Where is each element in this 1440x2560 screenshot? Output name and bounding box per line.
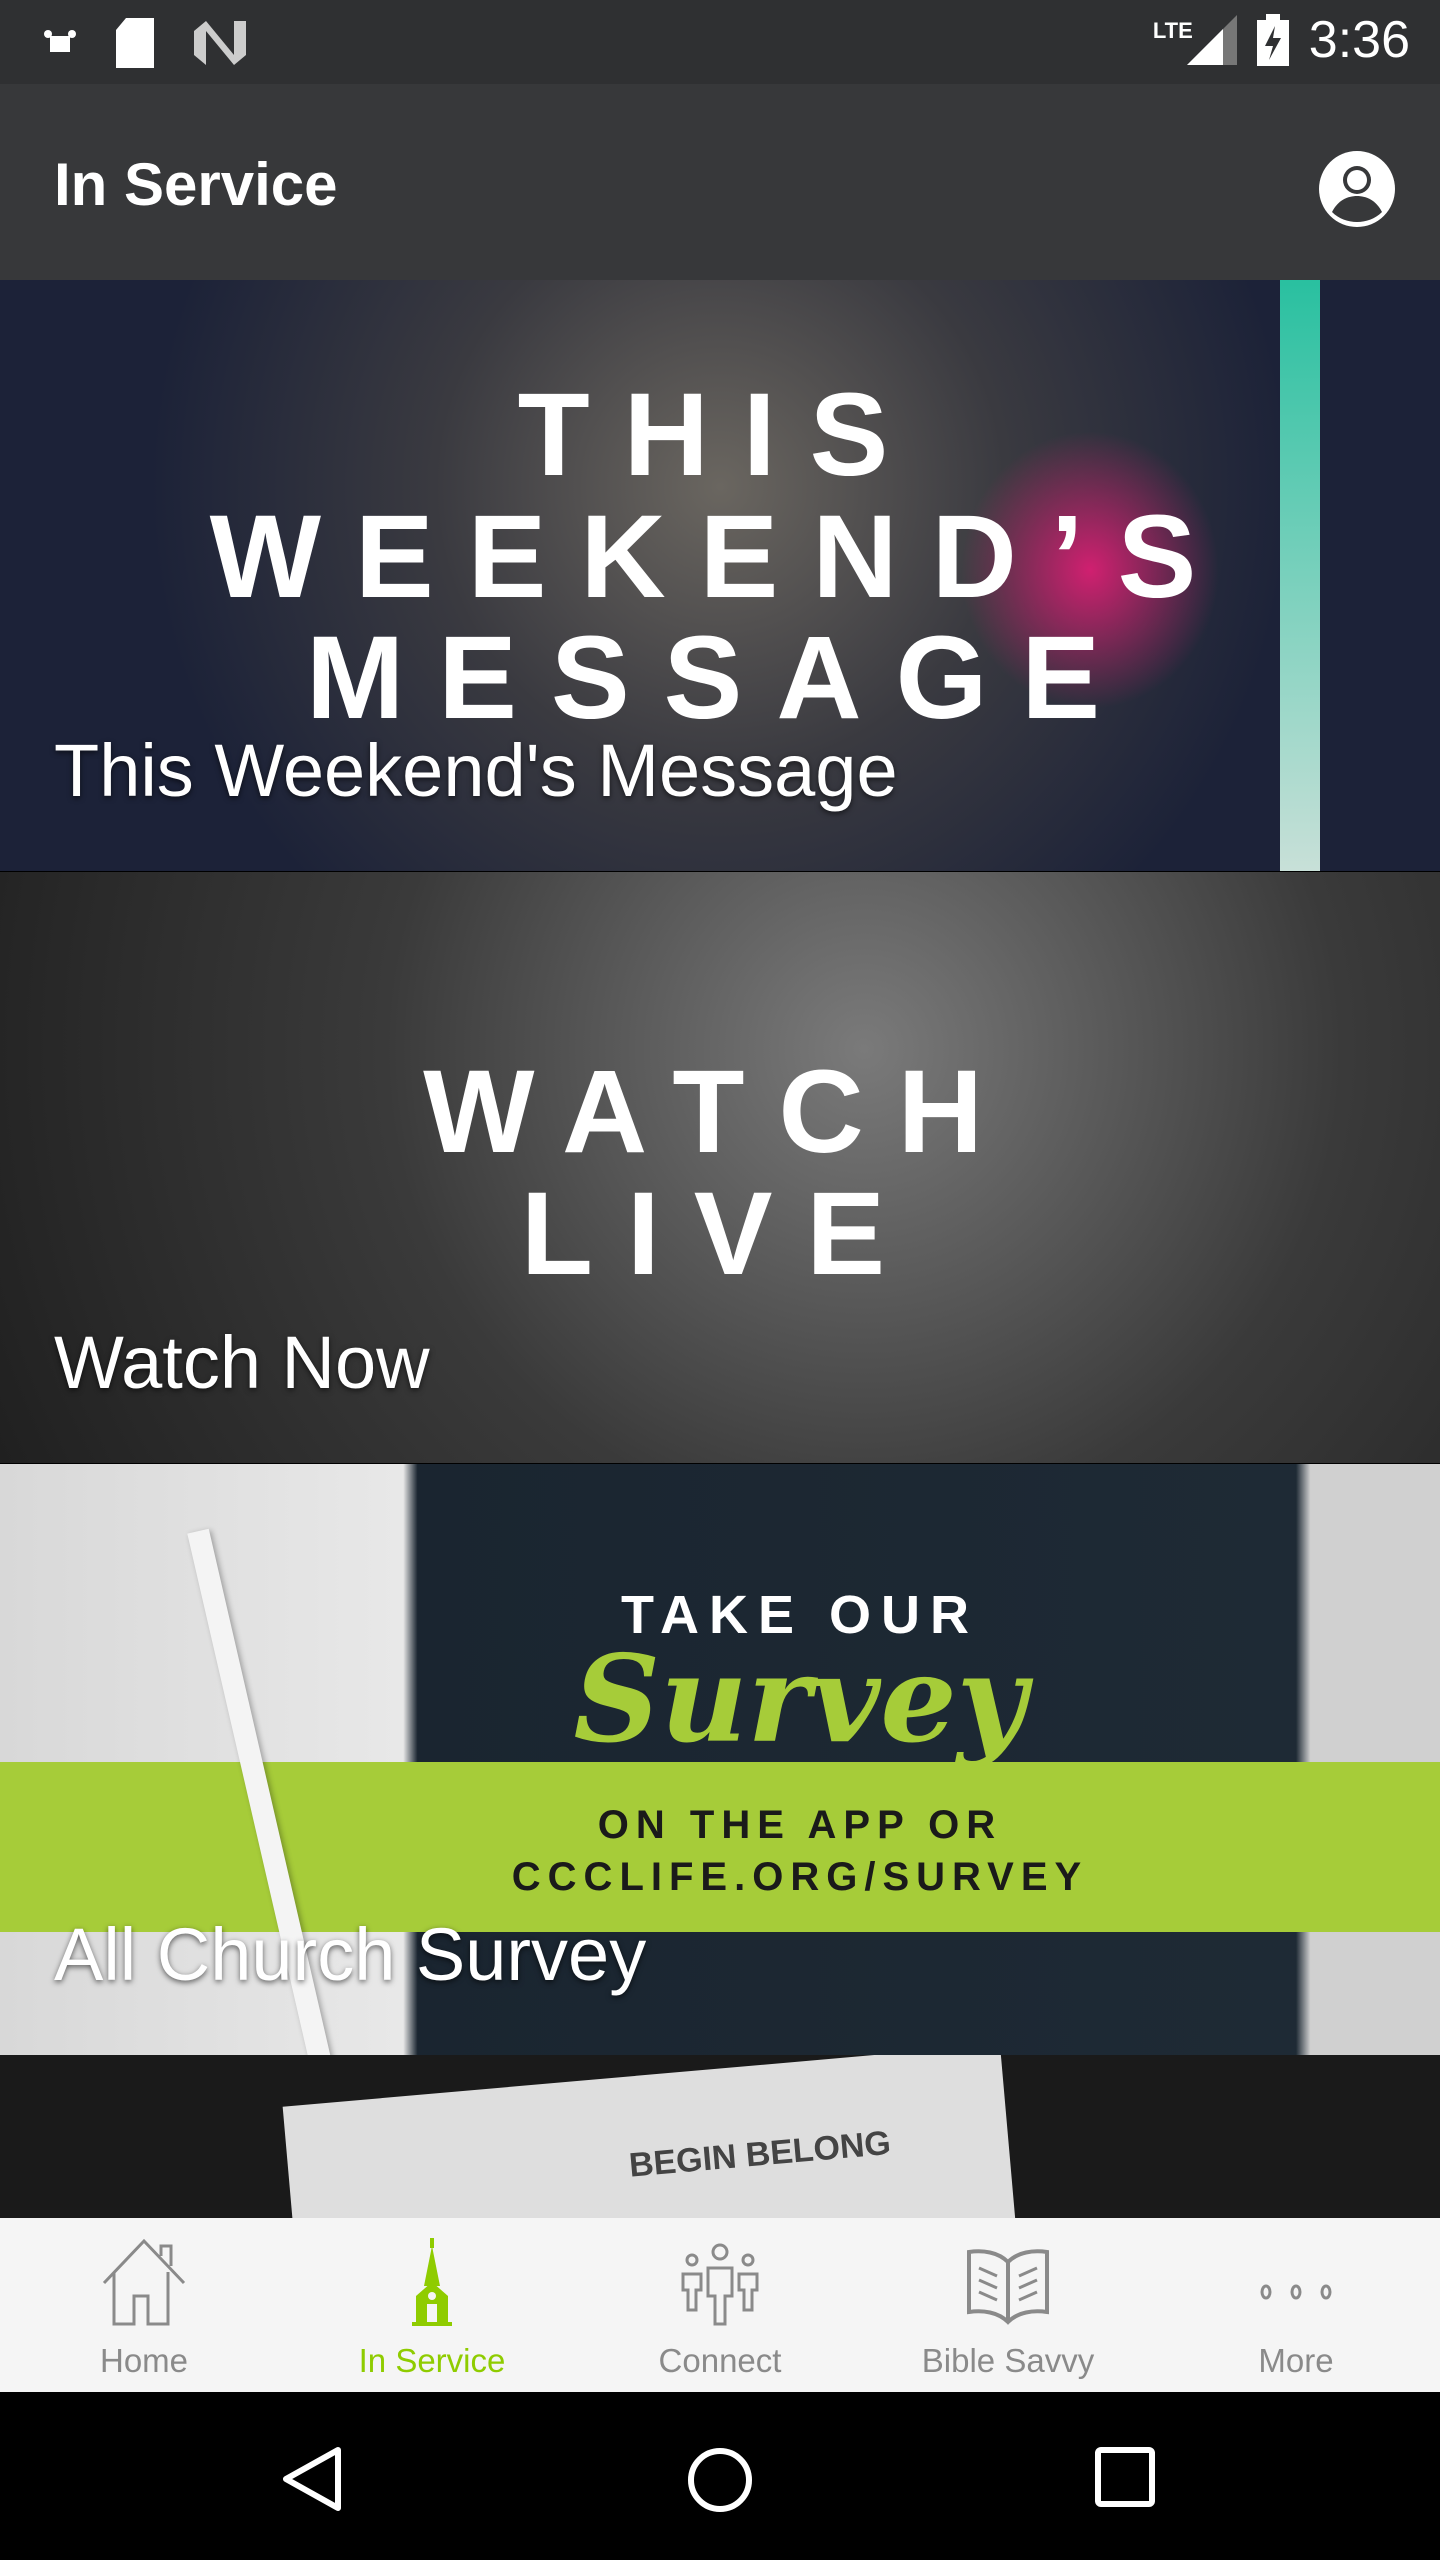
card-banner: THIS WEEKEND’S MESSAGE <box>209 369 1231 745</box>
home-button[interactable] <box>686 2446 754 2514</box>
card-begin-belong[interactable]: BEGIN BELONG <box>0 2055 1440 2218</box>
people-icon <box>681 2243 759 2326</box>
card-label: All Church Survey <box>54 1913 647 1996</box>
more-icon <box>1260 2284 1332 2300</box>
tab-in-service[interactable]: In Service <box>288 2218 576 2392</box>
n-logo-icon <box>194 21 246 65</box>
card-image: BEGIN BELONG <box>282 2055 1018 2218</box>
bottom-navigation: Home In Service Connect Bible Savvy More <box>0 2218 1440 2392</box>
tab-home[interactable]: Home <box>0 2218 288 2392</box>
sd-card-icon <box>116 18 154 68</box>
card-this-weekends-message[interactable]: THIS WEEKEND’S MESSAGE This Weekend's Mess… <box>0 280 1440 871</box>
church-icon <box>412 2238 452 2326</box>
system-navigation-bar <box>0 2392 1440 2560</box>
book-icon <box>967 2249 1049 2325</box>
card-label: This Weekend's Message <box>54 729 898 812</box>
card-banner: Survey <box>573 1629 1027 1770</box>
back-button[interactable] <box>280 2446 346 2512</box>
signal-icon <box>1186 15 1237 65</box>
tab-connect[interactable]: Connect <box>576 2218 864 2392</box>
account-circle-icon[interactable] <box>1316 148 1398 230</box>
card-label: Watch Now <box>54 1321 430 1404</box>
card-banner: WATCH LIVE <box>423 1046 1017 1300</box>
page-title: In Service <box>54 151 338 218</box>
tab-more[interactable]: More <box>1152 2218 1440 2392</box>
battery-charging-icon <box>1256 14 1289 66</box>
notification-icon <box>44 30 76 52</box>
card-watch-now[interactable]: WATCH LIVE Watch Now <box>0 872 1440 1463</box>
card-banner: ON THE APP OR CCCLIFE.ORG/SURVEY <box>511 1803 1089 1899</box>
tab-bible-savvy[interactable]: Bible Savvy <box>864 2218 1152 2392</box>
recents-button[interactable] <box>1094 2446 1156 2508</box>
card-all-church-survey[interactable]: TAKE OUR Survey ON THE APP OR CCCLIFE.ORG… <box>0 1464 1440 2055</box>
home-icon <box>102 2238 186 2326</box>
app-bar: In Service <box>0 84 1440 280</box>
status-bar: LTE 3:36 <box>0 0 1440 84</box>
clock: 3:36 <box>1308 11 1410 69</box>
